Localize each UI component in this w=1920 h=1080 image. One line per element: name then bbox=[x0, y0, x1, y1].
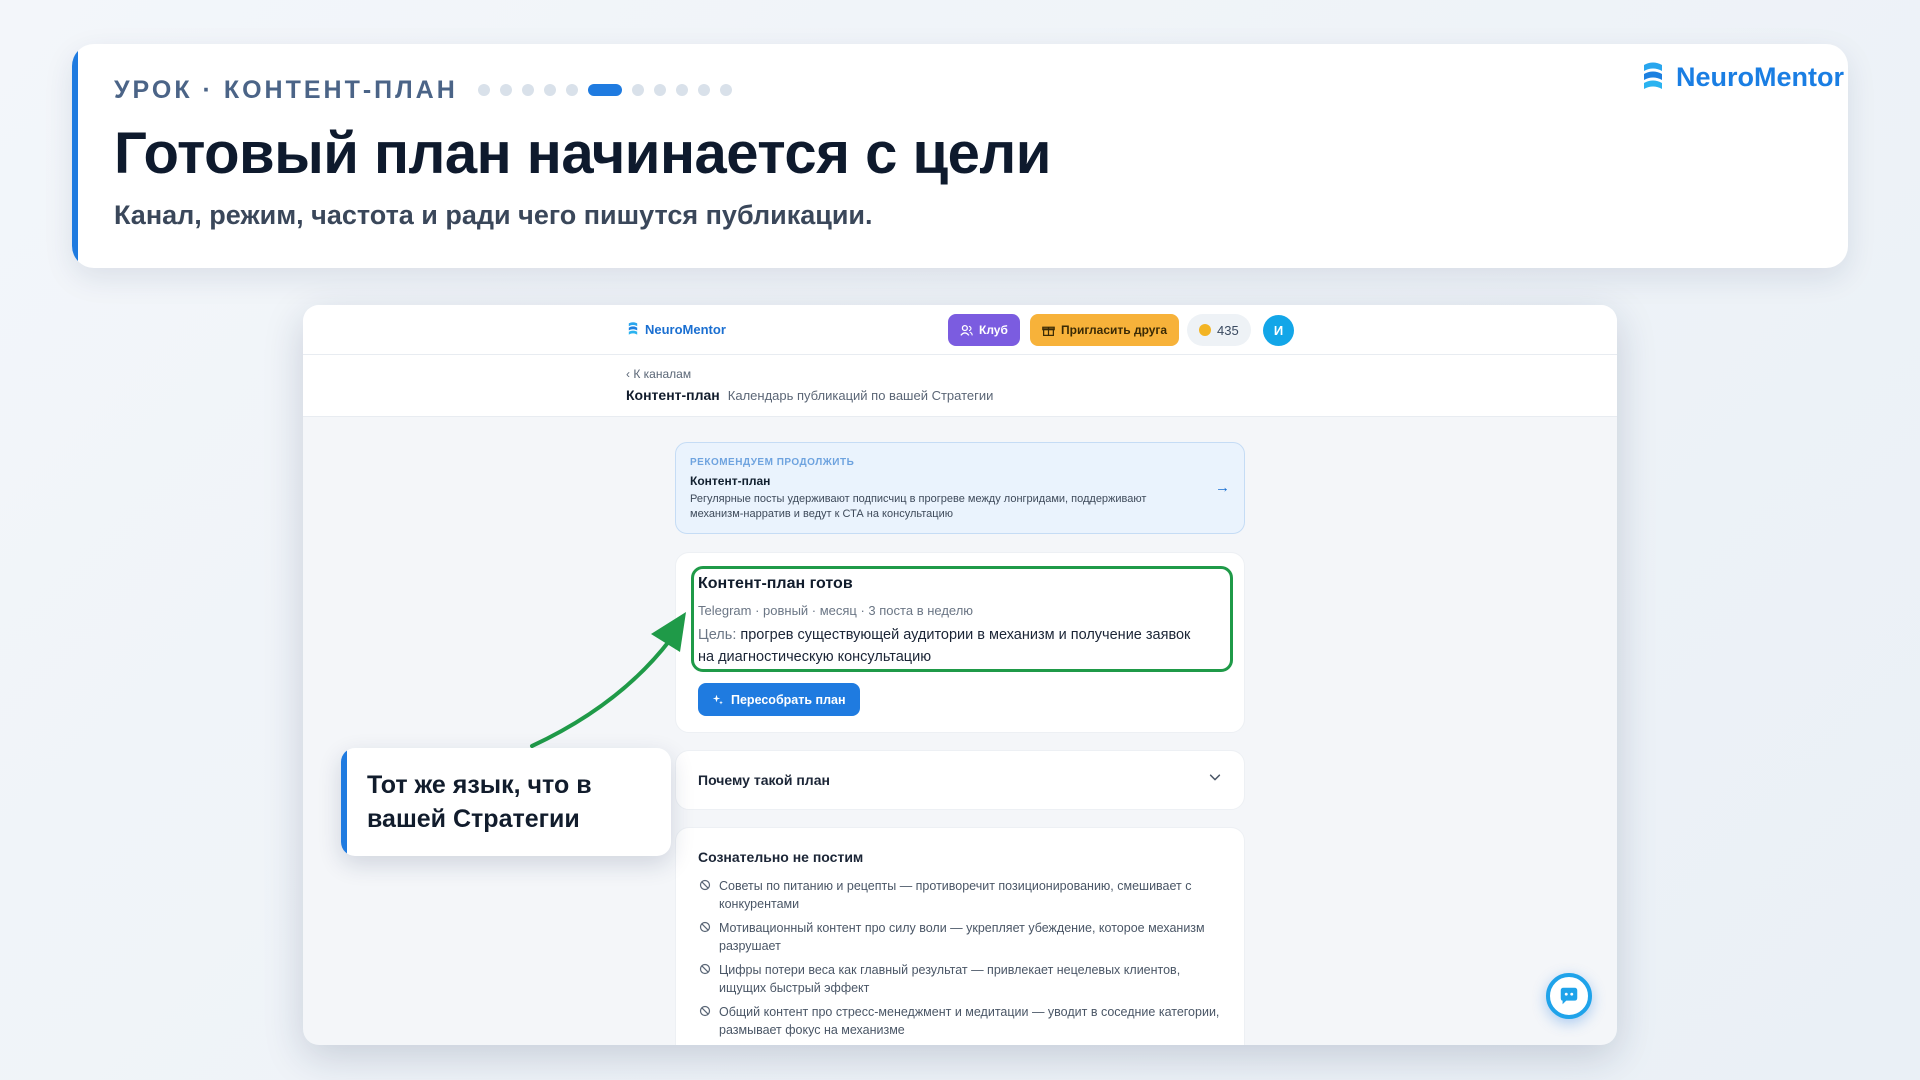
progress-dot bbox=[631, 84, 644, 96]
chat-bot-icon bbox=[1560, 987, 1578, 1005]
brand-name: NeuroMentor bbox=[1676, 61, 1844, 92]
app-logo[interactable]: NeuroMentor bbox=[626, 321, 726, 337]
callout-accent-bar bbox=[341, 748, 347, 856]
club-button[interactable]: Клуб bbox=[948, 314, 1020, 346]
dont-post-list: Советы по питанию и рецепты — противореч… bbox=[698, 877, 1228, 1045]
recommendation-description: Регулярные посты удерживают подписчиц в … bbox=[690, 493, 1147, 520]
progress-dot bbox=[675, 84, 688, 96]
invite-button-label: Пригласить друга bbox=[1061, 323, 1168, 337]
club-button-label: Клуб bbox=[979, 323, 1008, 337]
plan-goal-label: Цель: bbox=[698, 627, 737, 643]
list-item-text: Общий контент про стресс-менеджмент и ме… bbox=[719, 1005, 1220, 1037]
list-item: Цифры потери веса как главный результат … bbox=[698, 961, 1228, 997]
ban-icon bbox=[699, 1005, 711, 1017]
coins-value: 435 bbox=[1217, 322, 1239, 338]
callout-text: Тот же язык, что в вашей Стратегии bbox=[367, 771, 592, 833]
lesson-progress bbox=[477, 84, 732, 96]
progress-dot bbox=[653, 84, 666, 96]
progress-dot bbox=[521, 84, 534, 96]
lesson-subtitle: Канал, режим, частота и ради чего пишутс… bbox=[114, 200, 873, 230]
list-item-text: Цифры потери веса как главный результат … bbox=[719, 963, 1181, 995]
users-icon bbox=[960, 324, 973, 336]
plan-meta: Telegram · ровный · месяц · 3 поста в не… bbox=[698, 603, 974, 618]
app-subheader: ‹ К каналам Контент-план Календарь публи… bbox=[303, 355, 1617, 417]
why-this-plan-label: Почему такой план bbox=[698, 772, 830, 788]
brand-logo: NeuroMentor bbox=[1638, 60, 1844, 94]
list-item-text: Советы по питанию и рецепты — противореч… bbox=[719, 879, 1192, 911]
app-logo-icon bbox=[628, 322, 638, 335]
recommendation-card[interactable]: РЕКОМЕНДУЕМ ПРОДОЛЖИТЬ Контент-план Регу… bbox=[675, 442, 1245, 534]
accent-bar bbox=[72, 44, 78, 268]
coin-icon bbox=[1199, 324, 1211, 336]
lesson-kicker-row: УРОК · КОНТЕНТ-ПЛАН bbox=[114, 75, 732, 105]
callout-note: Тот же язык, что в вашей Стратегии bbox=[341, 748, 671, 856]
back-to-channels-link[interactable]: ‹ К каналам bbox=[626, 367, 691, 381]
brand-mark-icon bbox=[1644, 62, 1662, 89]
recommendation-kicker: РЕКОМЕНДУЕМ ПРОДОЛЖИТЬ bbox=[690, 457, 855, 468]
progress-dot bbox=[697, 84, 710, 96]
why-this-plan-accordion[interactable]: Почему такой план bbox=[675, 750, 1245, 810]
avatar[interactable]: И bbox=[1263, 315, 1294, 346]
progress-dot bbox=[543, 84, 556, 96]
app-screenshot: NeuroMentor Клуб Пригласить друга 435 И … bbox=[303, 305, 1617, 1045]
plan-ready-card: Контент-план готов Telegram · ровный · м… bbox=[675, 552, 1245, 733]
plan-goal-text: прогрев существующей аудитории в механиз… bbox=[698, 627, 1191, 665]
progress-dot bbox=[499, 84, 512, 96]
list-item: Советы по питанию и рецепты — противореч… bbox=[698, 877, 1228, 913]
progress-dot bbox=[719, 84, 732, 96]
ban-icon bbox=[699, 921, 711, 933]
list-item: Мотивационный контент про силу воли — ук… bbox=[698, 919, 1228, 955]
page-description: Календарь публикаций по вашей Стратегии bbox=[727, 388, 994, 403]
plan-goal: Цель: прогрев существующей аудитории в м… bbox=[698, 624, 1208, 668]
progress-dot bbox=[477, 84, 490, 96]
page-title-row: Контент-план Календарь публикаций по ваш… bbox=[626, 387, 993, 403]
dont-post-card: Сознательно не постим Советы по питанию … bbox=[675, 827, 1245, 1045]
coins-balance[interactable]: 435 bbox=[1187, 314, 1251, 346]
gift-icon bbox=[1042, 326, 1055, 336]
progress-dot-active bbox=[587, 84, 622, 96]
chevron-down-icon[interactable] bbox=[1208, 770, 1222, 784]
invite-friend-button[interactable]: Пригласить друга bbox=[1030, 314, 1180, 346]
app-logo-name: NeuroMentor bbox=[645, 321, 726, 337]
chat-assistant-button[interactable] bbox=[1546, 973, 1592, 1019]
arrow-right-icon[interactable]: → bbox=[1215, 479, 1230, 496]
lesson-title: Готовый план начинается с цели bbox=[114, 121, 1051, 186]
list-item-text: Мотивационный контент про силу воли — ук… bbox=[719, 921, 1205, 953]
plan-title: Контент-план готов bbox=[698, 575, 853, 592]
rebuild-plan-button[interactable]: Пересобрать план bbox=[698, 683, 860, 716]
page-title: Контент-план bbox=[626, 387, 720, 403]
list-item: Общий контент про стресс-менеджмент и ме… bbox=[698, 1003, 1228, 1039]
recommendation-title: Контент-план bbox=[690, 474, 771, 488]
lesson-kicker: УРОК · КОНТЕНТ-ПЛАН bbox=[114, 75, 458, 104]
ban-icon bbox=[699, 963, 711, 975]
progress-dot bbox=[565, 84, 578, 96]
ban-icon bbox=[699, 879, 711, 891]
lesson-header-card: УРОК · КОНТЕНТ-ПЛАН Готовый план начинае… bbox=[72, 44, 1848, 268]
rebuild-plan-label: Пересобрать план bbox=[731, 692, 846, 707]
sparkles-icon bbox=[712, 694, 723, 704]
app-topbar: NeuroMentor Клуб Пригласить друга 435 И bbox=[303, 305, 1617, 355]
dont-post-title: Сознательно не постим bbox=[698, 849, 864, 865]
